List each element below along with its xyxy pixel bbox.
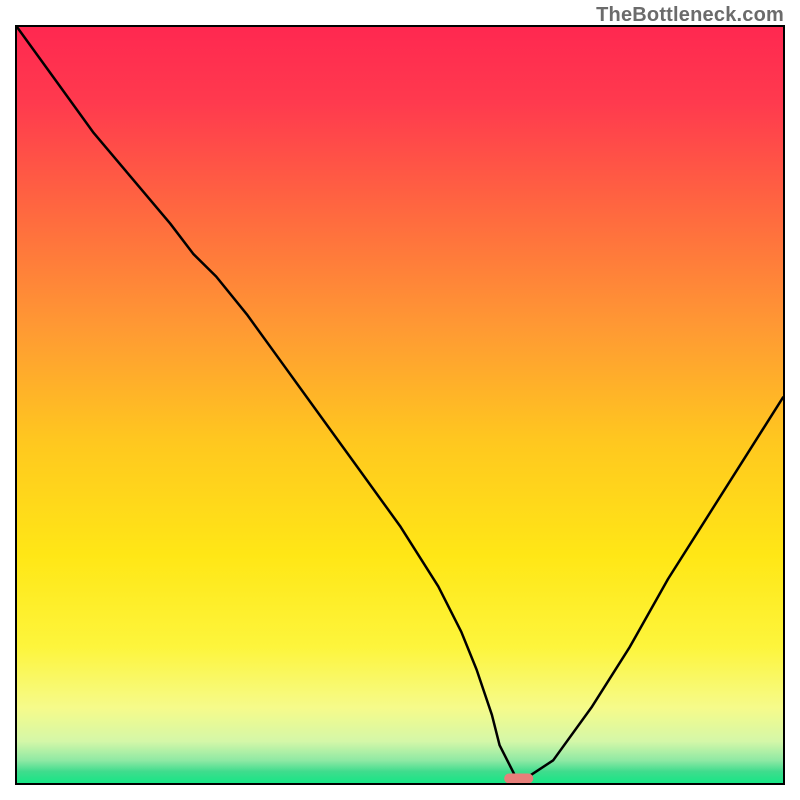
- optimal-marker: [504, 774, 533, 783]
- chart-background: [17, 27, 783, 783]
- chart-svg: [17, 27, 783, 783]
- plot-area: [15, 25, 785, 785]
- chart-container: TheBottleneck.com: [0, 0, 800, 800]
- watermark-text: TheBottleneck.com: [596, 4, 784, 27]
